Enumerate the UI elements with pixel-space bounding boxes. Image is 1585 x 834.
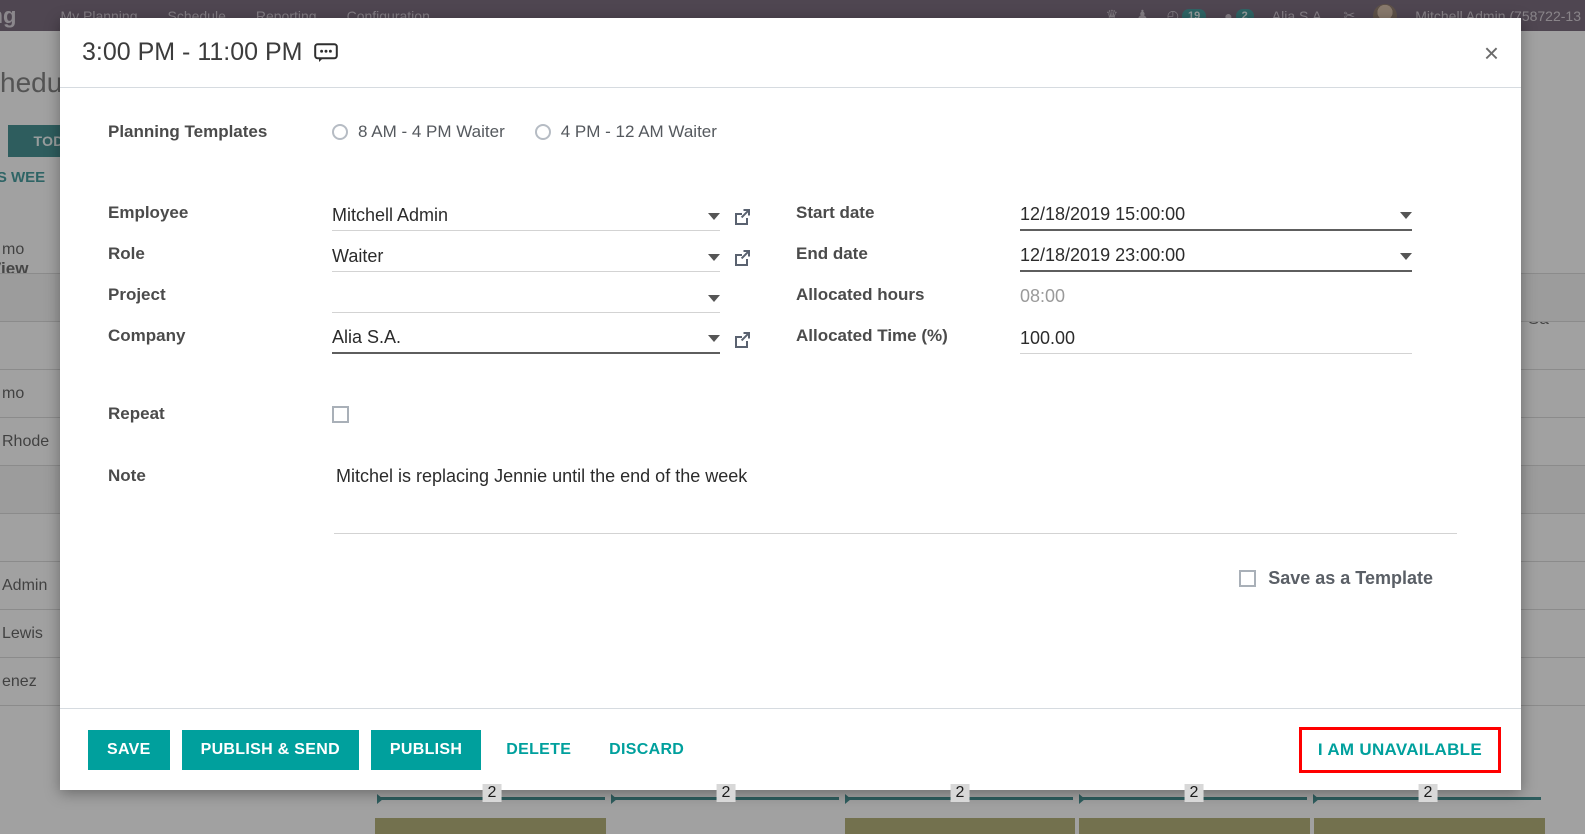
discard-button[interactable]: DISCARD <box>596 730 697 770</box>
radio-icon[interactable] <box>332 124 348 140</box>
template-option-label: 4 PM - 12 AM Waiter <box>560 122 717 141</box>
allocated-time-label: Allocated Time (%) <box>796 326 948 345</box>
role-field-row: Role Waiter <box>108 231 788 272</box>
start-date-label: Start date <box>796 203 875 222</box>
chevron-down-icon[interactable] <box>708 213 720 220</box>
employee-external-link-icon[interactable] <box>732 207 752 227</box>
dialog-footer: SAVE PUBLISH & SEND PUBLISH DELETE DISCA… <box>60 708 1521 790</box>
shift-edit-dialog: 3:00 PM - 11:00 PM × Planning Templates … <box>60 18 1521 790</box>
planning-templates-row: Planning Templates 8 AM - 4 PM Waiter 4 … <box>108 122 1477 142</box>
template-option-label: 8 AM - 4 PM Waiter <box>358 122 505 141</box>
project-input[interactable] <box>332 284 720 313</box>
company-external-link-icon[interactable] <box>732 330 752 350</box>
allocated-time-value: 100.00 <box>1020 328 1076 348</box>
note-field[interactable]: Mitchel is replacing Jennie until the en… <box>332 466 1477 534</box>
save-as-template-checkbox[interactable] <box>1239 570 1257 587</box>
save-button[interactable]: SAVE <box>88 729 170 770</box>
chevron-down-icon[interactable] <box>1400 212 1412 219</box>
start-date-value: 12/18/2019 15:00:00 <box>1020 204 1186 224</box>
save-as-template-label: Save as a Template <box>1268 568 1433 588</box>
gantt-bar-count: 2 <box>1184 784 1204 802</box>
employee-input-wrap: Mitchell Admin <box>332 202 720 231</box>
dialog-header: 3:00 PM - 11:00 PM × <box>60 18 1521 88</box>
i-am-unavailable-button[interactable]: I AM UNAVAILABLE <box>1298 726 1501 773</box>
save-as-template-row: Save as a Template <box>108 568 1477 589</box>
company-input[interactable]: Alia S.A. <box>332 325 720 354</box>
planning-templates-label: Planning Templates <box>108 122 268 141</box>
employee-input[interactable]: Mitchell Admin <box>332 202 720 231</box>
fields-right-column: Start date 12/18/2019 15:00:00 End date <box>788 190 1477 354</box>
end-date-input-wrap: 12/18/2019 23:00:00 <box>1020 243 1412 272</box>
repeat-row: Repeat <box>108 404 1477 424</box>
role-label: Role <box>108 244 145 263</box>
company-value: Alia S.A. <box>332 327 402 347</box>
company-field-row: Company Alia S.A. <box>108 313 788 354</box>
company-input-wrap: Alia S.A. <box>332 325 720 354</box>
chevron-down-icon[interactable] <box>1400 253 1412 260</box>
template-option-8am-4pm[interactable]: 8 AM - 4 PM Waiter <box>332 122 505 142</box>
project-field-row: Project <box>108 272 788 313</box>
company-label: Company <box>108 326 186 345</box>
allocated-time-field-row: Allocated Time (%) 100.00 <box>796 313 1477 354</box>
note-value: Mitchel is replacing Jennie until the en… <box>336 466 748 486</box>
note-row: Note Mitchel is replacing Jennie until t… <box>108 466 1477 534</box>
dialog-body: Planning Templates 8 AM - 4 PM Waiter 4 … <box>60 88 1521 708</box>
start-date-field-row: Start date 12/18/2019 15:00:00 <box>796 190 1477 231</box>
role-external-link-icon[interactable] <box>732 248 752 268</box>
employee-field-row: Employee Mitchell Admin <box>108 190 788 231</box>
chevron-down-icon[interactable] <box>708 295 720 302</box>
chevron-down-icon[interactable] <box>708 254 720 261</box>
publish-and-send-button[interactable]: PUBLISH & SEND <box>181 729 359 770</box>
end-date-input[interactable]: 12/18/2019 23:00:00 <box>1020 243 1412 272</box>
gantt-bar-count: 2 <box>1418 784 1438 802</box>
screen: ning My Planning Schedule Reporting Conf… <box>0 0 1585 834</box>
radio-icon[interactable] <box>534 124 551 140</box>
delete-button[interactable]: DELETE <box>493 730 584 770</box>
project-label: Project <box>108 285 166 304</box>
gantt-bar-count: 2 <box>950 784 970 802</box>
gantt-bar-count: 2 <box>482 784 502 802</box>
footer-right: I AM UNAVAILABLE <box>1298 726 1501 773</box>
allocated-hours-field-row: Allocated hours 08:00 <box>796 272 1477 313</box>
template-option-4pm-12am[interactable]: 4 PM - 12 AM Waiter <box>534 122 717 142</box>
publish-button[interactable]: PUBLISH <box>370 729 482 770</box>
project-input-wrap <box>332 284 720 313</box>
role-input[interactable]: Waiter <box>332 243 720 272</box>
allocated-time-input-wrap: 100.00 <box>1020 325 1412 354</box>
employee-label: Employee <box>108 203 189 222</box>
fields-left-column: Employee Mitchell Admin Role Waiter Proj… <box>108 190 788 354</box>
chevron-down-icon[interactable] <box>708 335 720 342</box>
start-date-input[interactable]: 12/18/2019 15:00:00 <box>1020 202 1412 231</box>
employee-value: Mitchell Admin <box>332 205 449 225</box>
repeat-checkbox[interactable] <box>332 405 349 423</box>
start-date-input-wrap: 12/18/2019 15:00:00 <box>1020 202 1412 231</box>
allocated-hours-wrap: 08:00 <box>1020 286 1412 313</box>
allocated-hours-label: Allocated hours <box>796 285 925 304</box>
allocated-hours-value: 08:00 <box>1020 286 1066 306</box>
end-date-field-row: End date 12/18/2019 23:00:00 <box>796 231 1477 272</box>
end-date-value: 12/18/2019 23:00:00 <box>1020 245 1186 265</box>
comment-bubble-icon[interactable] <box>314 42 339 63</box>
role-value: Waiter <box>332 246 384 266</box>
allocated-time-input[interactable]: 100.00 <box>1020 325 1412 354</box>
role-input-wrap: Waiter <box>332 243 720 272</box>
fields-area: Employee Mitchell Admin Role Waiter Proj… <box>108 190 1477 354</box>
end-date-label: End date <box>796 244 868 263</box>
dialog-title: 3:00 PM - 11:00 PM <box>82 38 303 66</box>
note-label: Note <box>108 466 146 485</box>
gantt-bar-count: 2 <box>716 784 736 802</box>
note-underline <box>334 533 1457 534</box>
repeat-label: Repeat <box>108 404 165 423</box>
close-icon[interactable]: × <box>1484 40 1499 66</box>
